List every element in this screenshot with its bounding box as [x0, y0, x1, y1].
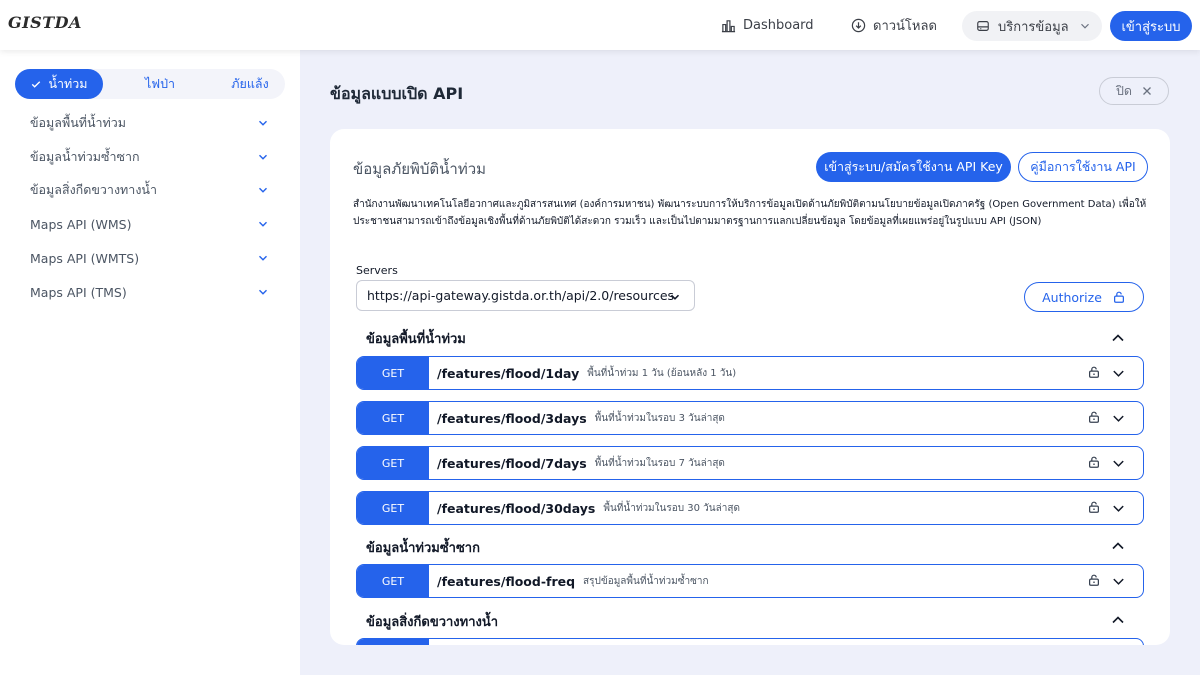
authorize-button-label: Authorize — [1042, 289, 1102, 305]
group-title-obstruction[interactable]: ข้อมูลสิ่งกีดขวางทางน้ำ — [366, 611, 498, 632]
segment-flood-label: น้ำท่วม — [48, 76, 88, 91]
operation-path: /features/flood/7days พื้นที่น้ำท่วมในรอ… — [437, 447, 725, 479]
chevron-up-icon[interactable] — [1110, 538, 1126, 554]
nav-download-label: ดาวน์โหลด — [873, 18, 937, 34]
sidebar-item-label: ข้อมูลสิ่งกีดขวางทางน้ำ — [30, 182, 157, 197]
servers-label: Servers — [356, 264, 398, 277]
close-button-label: ปิด — [1115, 83, 1133, 98]
service-dropdown-label: บริการข้อมูล — [998, 19, 1069, 35]
sidebar-item-label: Maps API (TMS) — [30, 284, 127, 300]
chevron-down-icon — [259, 255, 267, 261]
sidebar-item-tms[interactable]: Maps API (TMS) — [30, 282, 270, 302]
segment-drought[interactable]: ภัยแล้ง — [215, 69, 285, 99]
sidebar-item-label: Maps API (WMTS) — [30, 250, 140, 266]
operation-path-text: /features/flood/3days — [437, 410, 587, 426]
operation-path-text: /features/flood/1day — [437, 365, 580, 381]
http-method-badge: GET — [357, 565, 429, 597]
card-description: สำนักงานพัฒนาเทคโนโลยีอวกาศและภูมิสารสนเ… — [353, 199, 1147, 227]
operation-path: /features/flood/1day พื้นที่น้ำท่วม 1 วั… — [437, 357, 736, 389]
nav-download[interactable]: ดาวน์โหลด — [851, 0, 937, 50]
servers-select[interactable]: https://api-gateway.gistda.or.th/api/2.0… — [356, 280, 695, 311]
api-key-login-button[interactable]: เข้าสู่ระบบ/สมัครใช้งาน API Key — [816, 152, 1011, 182]
gistda-logo[interactable]: GISTDA — [8, 13, 82, 32]
operation-summary: พื้นที่น้ำท่วมในรอบ 7 วันล่าสุด — [594, 457, 725, 469]
sidebar — [0, 50, 300, 675]
api-card: ข้อมูลภัยพิบัติน้ำท่วม เข้าสู่ระบบ/สมัคร… — [330, 129, 1170, 645]
sidebar-item-flood-area[interactable]: ข้อมูลพื้นที่น้ำท่วม — [30, 113, 270, 133]
unlock-icon — [1113, 291, 1124, 303]
top-header: GISTDA Dashboard ดาวน์โหลด บริการข้อมูล … — [0, 0, 1200, 50]
service-dropdown[interactable]: บริการข้อมูล — [962, 11, 1102, 41]
operation-summary: พื้นที่น้ำท่วมในรอบ 30 วันล่าสุด — [603, 502, 740, 514]
operation-row[interactable]: GET /features/flood/3days พื้นที่น้ำท่วม… — [356, 401, 1144, 435]
segment-wildfire[interactable]: ไฟป่า — [125, 69, 195, 99]
operation-path-text: /features/flood-freq — [437, 573, 576, 589]
nav-dashboard[interactable]: Dashboard — [721, 0, 814, 50]
http-method-badge — [357, 639, 429, 645]
sidebar-item-obstruction[interactable]: ข้อมูลสิ่งกีดขวางทางน้ำ — [30, 180, 270, 200]
unlock-icon[interactable] — [1087, 365, 1101, 379]
http-method-badge: GET — [357, 402, 429, 434]
http-method-badge: GET — [357, 492, 429, 524]
operation-row[interactable]: GET /features/flood/1day พื้นที่น้ำท่วม … — [356, 356, 1144, 390]
group-title-flood-area[interactable]: ข้อมูลพื้นที่น้ำท่วม — [366, 328, 466, 349]
chevron-down-icon — [259, 221, 267, 227]
operation-row-partial[interactable] — [356, 638, 1144, 645]
chevron-up-icon[interactable] — [1110, 612, 1126, 628]
download-icon — [851, 18, 866, 32]
sidebar-item-label: Maps API (WMS) — [30, 216, 132, 232]
operation-path-text: /features/flood/30days — [437, 500, 596, 516]
http-method-badge: GET — [357, 447, 429, 479]
chevron-up-icon[interactable] — [1110, 330, 1126, 346]
operation-row[interactable]: GET /features/flood-freq สรุปข้อมูลพื้นท… — [356, 564, 1144, 598]
chevron-down-icon — [259, 289, 267, 295]
http-method-badge: GET — [357, 357, 429, 389]
api-manual-button[interactable]: คู่มือการใช้งาน API — [1018, 152, 1148, 182]
operation-row[interactable]: GET /features/flood/7days พื้นที่น้ำท่วม… — [356, 446, 1144, 480]
chevron-down-icon — [1081, 23, 1089, 29]
hazard-segment-control: น้ำท่วม ไฟป่า ภัยแล้ง — [15, 69, 285, 99]
unlock-icon[interactable] — [1087, 410, 1101, 424]
group-title-flood-freq[interactable]: ข้อมูลน้ำท่วมซ้ำซาก — [366, 537, 480, 558]
login-button[interactable]: เข้าสู่ระบบ — [1110, 11, 1192, 41]
close-icon — [1143, 87, 1151, 95]
unlock-icon[interactable] — [1087, 500, 1101, 514]
operation-summary: พื้นที่น้ำท่วมในรอบ 3 วันล่าสุด — [594, 412, 725, 424]
servers-select-value: https://api-gateway.gistda.or.th/api/2.0… — [367, 288, 675, 303]
chevron-down-icon[interactable] — [1111, 456, 1126, 471]
sidebar-item-wms[interactable]: Maps API (WMS) — [30, 214, 270, 234]
authorize-button[interactable]: Authorize — [1024, 282, 1144, 312]
operation-path-text: /features/flood/7days — [437, 455, 587, 471]
operation-summary: สรุปข้อมูลพื้นที่น้ำท่วมซ้ำซาก — [583, 575, 709, 587]
chevron-down-icon[interactable] — [1111, 574, 1126, 589]
dashboard-icon — [721, 19, 736, 32]
chevron-down-icon — [259, 120, 267, 126]
sidebar-item-wmts[interactable]: Maps API (WMTS) — [30, 248, 270, 268]
nav-dashboard-label: Dashboard — [743, 17, 814, 33]
chevron-down-icon — [670, 294, 680, 300]
operation-path: /features/flood/30days พื้นที่น้ำท่วมในร… — [437, 492, 740, 524]
chevron-down-icon — [259, 154, 267, 160]
sidebar-item-flood-freq[interactable]: ข้อมูลน้ำท่วมซ้ำซาก — [30, 147, 270, 167]
operation-path: /features/flood-freq สรุปข้อมูลพื้นที่น้… — [437, 565, 709, 597]
chevron-down-icon[interactable] — [1111, 366, 1126, 381]
server-icon — [977, 21, 989, 31]
chevron-down-icon[interactable] — [1111, 411, 1126, 426]
operation-summary: พื้นที่น้ำท่วม 1 วัน (ย้อนหลัง 1 วัน) — [587, 367, 737, 379]
operation-row[interactable]: GET /features/flood/30days พื้นที่น้ำท่ว… — [356, 491, 1144, 525]
operation-path: /features/flood/3days พื้นที่น้ำท่วมในรอ… — [437, 402, 725, 434]
close-button[interactable]: ปิด — [1099, 77, 1169, 105]
segment-flood[interactable]: น้ำท่วม — [15, 69, 103, 99]
chevron-down-icon — [259, 187, 267, 193]
sidebar-item-label: ข้อมูลน้ำท่วมซ้ำซาก — [30, 149, 140, 164]
check-icon — [32, 81, 41, 88]
unlock-icon[interactable] — [1087, 455, 1101, 469]
chevron-down-icon[interactable] — [1111, 501, 1126, 516]
page-title: ข้อมูลแบบเปิด API — [330, 84, 464, 103]
sidebar-item-label: ข้อมูลพื้นที่น้ำท่วม — [30, 115, 127, 130]
card-title: ข้อมูลภัยพิบัติน้ำท่วม — [353, 160, 487, 178]
unlock-icon[interactable] — [1087, 573, 1101, 587]
